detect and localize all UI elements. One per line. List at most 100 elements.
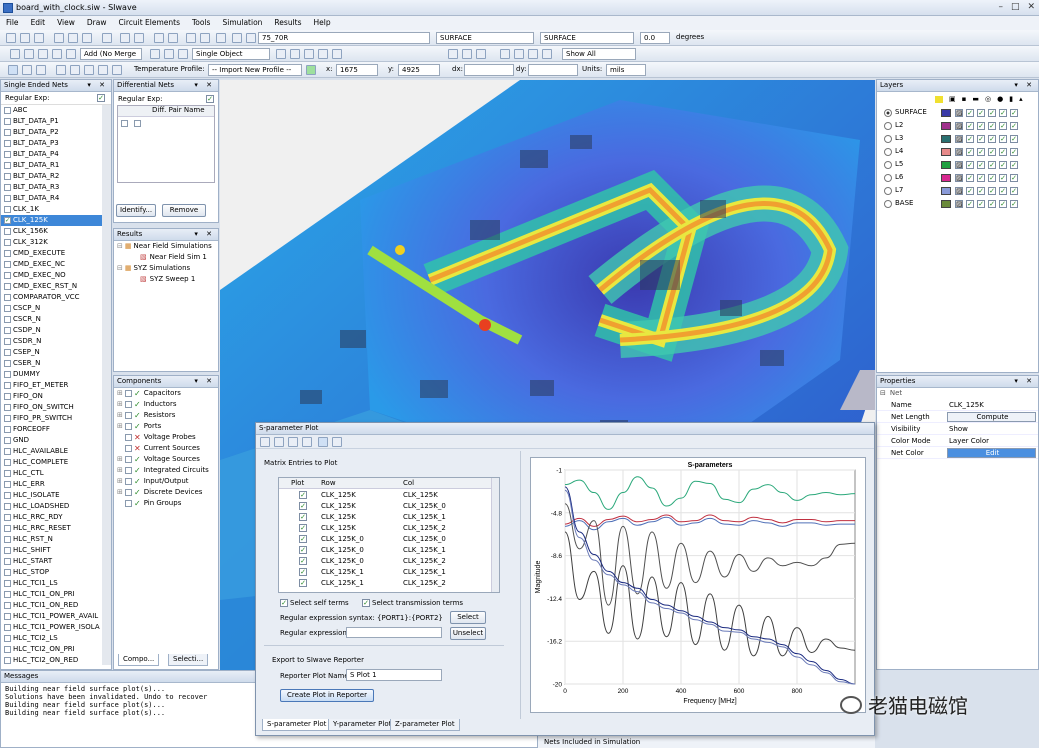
rotate-icon[interactable] [168,33,178,43]
net-item[interactable]: BLT_DATA_R1 [1,160,102,171]
net-item[interactable]: HLC_LOADSHED [1,501,102,512]
net-item[interactable]: COMPARATOR_VCC [1,292,102,303]
component-item[interactable]: ✕ Voltage Probes [114,432,218,443]
plot-checkbox[interactable]: ✓ [299,534,307,543]
surface-select-b[interactable]: SURFACE [540,32,634,44]
maximize-button[interactable]: □ [1011,2,1020,12]
menu-tools[interactable]: Tools [186,16,216,30]
net-checkbox[interactable] [4,404,11,411]
layer-row[interactable]: L4 ▨ ✓ ✓ ✓ ✓ ✓ [877,145,1038,158]
layer-visibility-checkbox[interactable]: ✓ [999,186,1007,195]
results-item-syz[interactable]: ⊟ ▦ SYZ Simulations [114,263,218,274]
layer-color-swatch[interactable] [941,108,951,117]
component-checkbox[interactable] [125,423,132,430]
layer-visibility-checkbox[interactable]: ✓ [988,199,996,208]
splot-tool-2-icon[interactable] [274,437,284,447]
unselect-button[interactable]: Unselect [450,627,486,640]
layer-visibility-checkbox[interactable]: ✓ [1010,199,1018,208]
layer-visibility-checkbox[interactable]: ✓ [999,134,1007,143]
net-item[interactable]: BLT_DATA_P2 [1,127,102,138]
view-3d-icon[interactable] [22,65,32,75]
net-item[interactable]: CSDR_N [1,336,102,347]
layer-row[interactable]: L2 ▨ ✓ ✓ ✓ ✓ ✓ [877,119,1038,132]
matrix-row[interactable]: ✓ CLK_125K CLK_125K [279,489,499,500]
layer-pattern[interactable]: ▨ [955,147,963,156]
stackup-select[interactable]: 75_70R [258,32,430,44]
edit-color-button[interactable]: Edit [947,447,1036,458]
layer-visibility-checkbox[interactable]: ✓ [988,121,996,130]
layer-radio[interactable] [884,173,892,182]
layer-visibility-checkbox[interactable]: ✓ [1010,134,1018,143]
component-checkbox[interactable] [125,412,132,419]
net-item[interactable]: HLC_RST_N [1,534,102,545]
net-item[interactable]: BLT_DATA_R4 [1,193,102,204]
net-item[interactable]: CSCR_N [1,314,102,325]
pointer-icon[interactable] [150,49,160,59]
net-checkbox[interactable] [4,426,11,433]
net-checkbox[interactable] [4,140,11,147]
net-item[interactable]: FORCEOFF [1,424,102,435]
net-item[interactable]: ✓ CLK_125K [1,215,102,226]
net-item[interactable]: HLC_AVAILABLE [1,446,102,457]
undo-icon[interactable] [120,33,130,43]
component-checkbox[interactable] [125,390,132,397]
layer-row[interactable]: L3 ▨ ✓ ✓ ✓ ✓ ✓ [877,132,1038,145]
layer-visibility-checkbox[interactable]: ✓ [966,160,974,169]
net-checkbox[interactable] [4,602,11,609]
layer-visibility-checkbox[interactable]: ✓ [999,108,1007,117]
align-icon[interactable] [304,49,314,59]
net-checkbox[interactable] [4,503,11,510]
net-checkbox[interactable] [4,195,11,202]
layer-pattern[interactable]: ▨ [955,108,963,117]
layer-row[interactable]: BASE ▨ ✓ ✓ ✓ ✓ ✓ [877,197,1038,210]
component-item[interactable]: ✓ Pin Groups [114,498,218,509]
net-checkbox[interactable] [4,514,11,521]
temp-profile-select[interactable]: -- Import New Profile -- [208,64,302,76]
apply-icon[interactable] [306,65,316,75]
net-item[interactable]: HLC_TCI1_POWER_ISOLA [1,622,102,633]
net-item[interactable]: BLT_DATA_R3 [1,182,102,193]
view-iso-icon[interactable] [36,65,46,75]
net-checkbox[interactable] [4,558,11,565]
net-checkbox[interactable] [4,184,11,191]
net-checkbox[interactable] [4,481,11,488]
rect-icon[interactable] [52,49,62,59]
net-item[interactable]: GND [1,435,102,446]
menu-edit[interactable]: Edit [25,16,52,30]
layer-visibility-checkbox[interactable]: ✓ [988,173,996,182]
surface-select-a[interactable]: SURFACE [436,32,534,44]
snap-icon[interactable] [290,49,300,59]
matrix-row[interactable]: ✓ CLK_125K CLK_125K_2 [279,522,499,533]
layer-row[interactable]: L7 ▨ ✓ ✓ ✓ ✓ ✓ [877,184,1038,197]
layer-row[interactable]: L6 ▨ ✓ ✓ ✓ ✓ ✓ [877,171,1038,184]
plot-checkbox[interactable]: ✓ [299,490,307,499]
net-checkbox[interactable] [4,657,11,664]
tab-z-parameter[interactable]: Z-parameter Plot [390,719,460,731]
component-checkbox[interactable] [125,478,132,485]
net-checkbox[interactable] [4,107,11,114]
plot-checkbox[interactable]: ✓ [299,578,307,587]
net-item[interactable]: HLC_START [1,556,102,567]
net-item[interactable]: HLC_COMPLETE [1,457,102,468]
select-mode-select[interactable]: Single Object [192,48,270,60]
reporter-name-input[interactable]: S Plot 1 [346,669,442,681]
net-checkbox[interactable] [4,448,11,455]
net-item[interactable]: FIFO_PR_SWITCH [1,413,102,424]
layer-visibility-checkbox[interactable]: ✓ [988,147,996,156]
component-item[interactable]: ⊞ ✓ Resistors [114,410,218,421]
polygon-icon[interactable] [66,49,76,59]
layer-visibility-checkbox[interactable]: ✓ [977,121,985,130]
splot-tool-6-icon[interactable] [332,437,342,447]
net-checkbox[interactable] [4,129,11,136]
layer-visibility-checkbox[interactable]: ✓ [1010,121,1018,130]
expand-icon[interactable]: ⊞ [117,454,125,465]
net-checkbox[interactable] [4,580,11,587]
layer-visibility-checkbox[interactable]: ✓ [966,173,974,182]
net-checkbox[interactable] [4,382,11,389]
component-checkbox[interactable] [125,401,132,408]
expand-icon[interactable]: ⊞ [117,487,125,498]
layer-radio[interactable] [884,199,892,208]
diff-row-check-2[interactable] [134,120,141,127]
select-icon[interactable] [10,49,20,59]
net-item[interactable]: HLC_TCI2_LS [1,633,102,644]
